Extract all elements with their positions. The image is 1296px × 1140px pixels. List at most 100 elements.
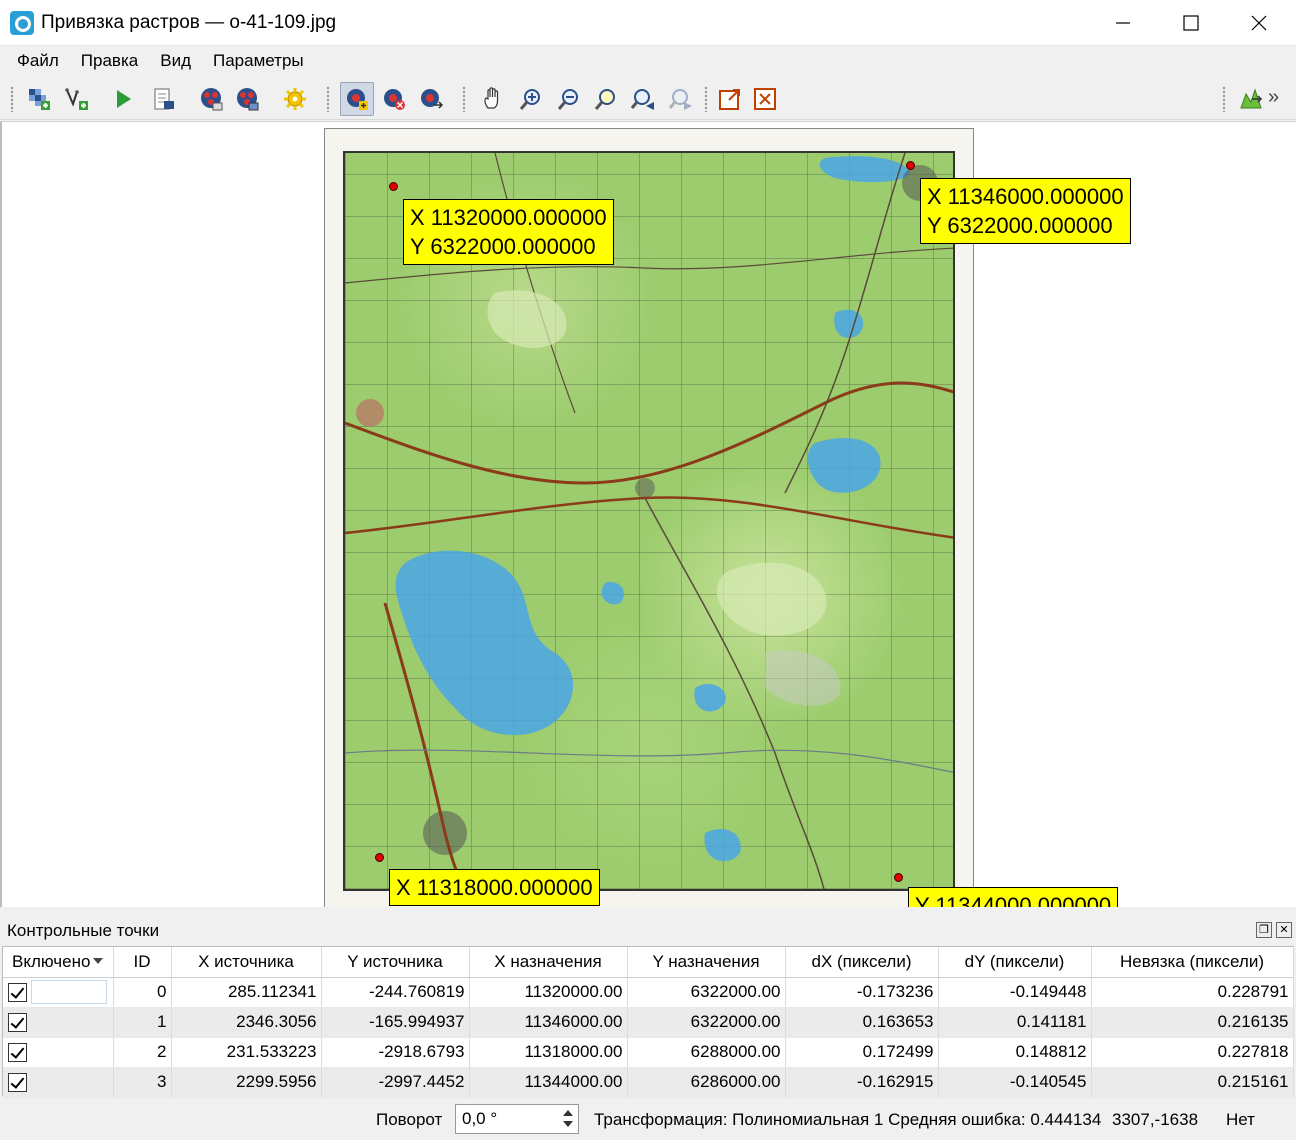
run-button[interactable] — [106, 82, 140, 116]
enabled-cell[interactable] — [3, 977, 114, 1008]
toolbar-grip[interactable] — [326, 86, 330, 112]
close-icon — [1251, 15, 1267, 31]
zoom-last-button[interactable] — [626, 82, 660, 116]
src-y-cell[interactable]: -165.994937 — [321, 1007, 470, 1038]
column-header-enabled[interactable]: Включено — [3, 947, 114, 978]
table-row[interactable]: 2 231.533223 -2918.6793 11318000.00 6288… — [3, 1037, 1294, 1068]
toolbar-overflow-button[interactable]: » — [1268, 86, 1279, 109]
column-header-dst-y[interactable]: Y назначения — [627, 947, 786, 978]
src-y-cell[interactable]: -2918.6793 — [321, 1037, 470, 1068]
zoom-out-button[interactable] — [552, 82, 586, 116]
id-cell[interactable]: 2 — [113, 1037, 172, 1068]
dst-y-cell[interactable]: 6288000.00 — [627, 1037, 786, 1068]
zoom-in-icon — [519, 89, 540, 110]
enabled-checkbox[interactable] — [8, 1043, 27, 1062]
delete-point-button[interactable] — [377, 82, 411, 116]
cell-editor[interactable] — [31, 980, 107, 1004]
id-cell[interactable]: 3 — [113, 1067, 172, 1098]
dy-cell: -0.140545 — [938, 1067, 1092, 1098]
crs-status[interactable]: Нет — [1226, 1110, 1255, 1130]
full-histogram-stretch-button[interactable] — [1234, 82, 1268, 116]
enabled-checkbox[interactable] — [8, 1073, 27, 1092]
id-cell[interactable]: 1 — [113, 1007, 172, 1038]
src-y-cell[interactable]: -2997.4452 — [321, 1067, 470, 1098]
toolbar-grip[interactable] — [704, 86, 708, 112]
column-header-dy[interactable]: dY (пиксели) — [938, 947, 1092, 978]
dst-x-cell[interactable]: 11318000.00 — [469, 1037, 628, 1068]
link-georeferencer-button[interactable] — [713, 82, 747, 116]
dst-y-cell[interactable]: 6286000.00 — [627, 1067, 786, 1098]
src-x-cell[interactable]: 2299.5956 — [171, 1067, 322, 1098]
maximize-button[interactable] — [1156, 0, 1226, 46]
residual-cell: 0.228791 — [1091, 977, 1294, 1008]
generate-script-icon — [154, 88, 174, 110]
menu-edit[interactable]: Правка — [70, 46, 149, 76]
gcp-point-1[interactable] — [906, 161, 915, 170]
gcp-label-0-y: Y 6322000.000000 — [410, 234, 596, 259]
zoom-in-button[interactable] — [514, 82, 548, 116]
src-x-cell[interactable]: 231.533223 — [171, 1037, 322, 1068]
table-row[interactable]: 0 285.112341 -244.760819 11320000.00 632… — [3, 977, 1294, 1008]
toolbar-grip[interactable] — [10, 86, 14, 112]
link-qgis-button[interactable] — [748, 82, 782, 116]
minimize-button[interactable] — [1088, 0, 1158, 46]
column-header-residual[interactable]: Невязка (пиксели) — [1091, 947, 1294, 978]
enabled-checkbox[interactable] — [8, 1013, 27, 1032]
dst-x-cell[interactable]: 11346000.00 — [469, 1007, 628, 1038]
dst-x-cell[interactable]: 11320000.00 — [469, 977, 628, 1008]
zoom-to-layer-button[interactable] — [589, 82, 623, 116]
menu-view[interactable]: Вид — [149, 46, 202, 76]
dock-float-button[interactable]: ❐ — [1256, 922, 1272, 938]
gcp-panel-title: Контрольные точки — [0, 916, 1296, 946]
load-gcp-button[interactable] — [194, 82, 228, 116]
dst-x-cell[interactable]: 11344000.00 — [469, 1067, 628, 1098]
enabled-cell[interactable] — [3, 1037, 114, 1068]
gcp-table: Включено ID X источника Y источника X на… — [2, 946, 1294, 1098]
rotation-value[interactable]: 0,0 ° — [462, 1109, 497, 1129]
gcp-table-header: Включено ID X источника Y источника X на… — [3, 947, 1294, 978]
toolbar-grip[interactable] — [1222, 86, 1226, 112]
add-point-button[interactable] — [340, 82, 374, 116]
id-cell[interactable]: 0 — [113, 977, 172, 1008]
toolbar-grip[interactable] — [462, 86, 466, 112]
enabled-cell[interactable] — [3, 1007, 114, 1038]
menu-file[interactable]: Файл — [6, 46, 70, 76]
pan-button[interactable] — [476, 82, 510, 116]
spin-arrows-icon[interactable] — [560, 1107, 576, 1131]
dst-y-cell[interactable]: 6322000.00 — [627, 1007, 786, 1038]
menu-settings[interactable]: Параметры — [202, 46, 315, 76]
enabled-cell[interactable] — [3, 1067, 114, 1098]
sort-desc-icon — [93, 957, 104, 964]
move-point-button[interactable] — [414, 82, 448, 116]
map-canvas[interactable]: X 11320000.000000 Y 6322000.000000 X 113… — [0, 121, 1296, 907]
src-y-cell[interactable]: -244.760819 — [321, 977, 470, 1008]
src-x-cell[interactable]: 2346.3056 — [171, 1007, 322, 1038]
save-gcp-button[interactable] — [230, 82, 264, 116]
start-georeferencing-icon — [65, 88, 88, 110]
column-header-dst-x[interactable]: X назначения — [469, 947, 628, 978]
column-header-id[interactable]: ID — [113, 947, 172, 978]
gcp-point-2[interactable] — [375, 853, 384, 862]
start-georeferencing-button[interactable] — [60, 82, 94, 116]
enabled-checkbox[interactable] — [8, 982, 27, 1002]
table-row[interactable]: 1 2346.3056 -165.994937 11346000.00 6322… — [3, 1007, 1294, 1038]
column-header-dx[interactable]: dX (пиксели) — [785, 947, 939, 978]
gcp-label-0: X 11320000.000000 Y 6322000.000000 — [403, 199, 614, 265]
dst-y-cell[interactable]: 6322000.00 — [627, 977, 786, 1008]
residual-cell: 0.227818 — [1091, 1037, 1294, 1068]
dock-close-button[interactable]: ✕ — [1276, 922, 1292, 938]
column-header-src-x[interactable]: X источника — [171, 947, 322, 978]
rotation-spinbox[interactable]: 0,0 ° — [455, 1104, 579, 1134]
gcp-point-3[interactable] — [894, 873, 903, 882]
src-x-cell[interactable]: 285.112341 — [171, 977, 322, 1008]
column-header-src-y[interactable]: Y источника — [321, 947, 470, 978]
table-row[interactable]: 3 2299.5956 -2997.4452 11344000.00 62860… — [3, 1067, 1294, 1098]
open-raster-button[interactable] — [22, 82, 56, 116]
transformation-settings-button[interactable] — [278, 82, 312, 116]
gcp-point-0[interactable] — [389, 182, 398, 191]
close-button[interactable] — [1224, 0, 1294, 46]
generate-script-button[interactable] — [146, 82, 180, 116]
gcp-label-3-x: Y 11344000.000000 — [915, 893, 1112, 907]
panel-splitter[interactable] — [0, 907, 1296, 915]
zoom-next-button[interactable] — [664, 82, 698, 116]
